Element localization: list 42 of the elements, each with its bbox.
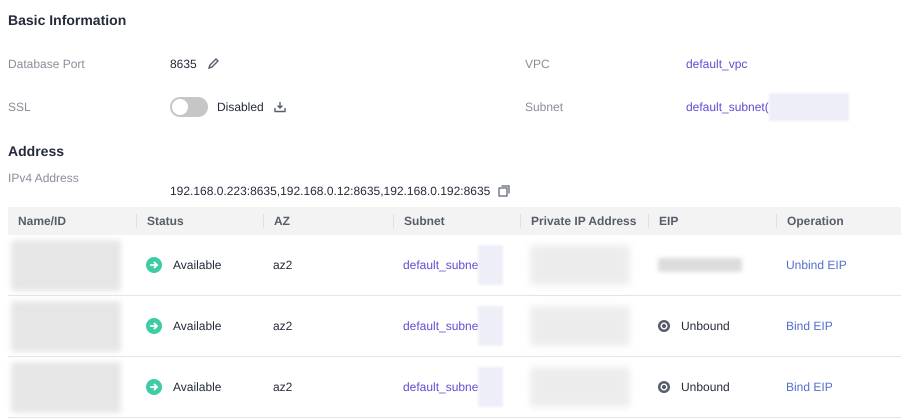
arrow-status-icon (146, 379, 162, 395)
column-header: Subnet (404, 214, 445, 228)
field-label: SSL (8, 100, 31, 114)
eip-link[interactable]: Unbind EIP (786, 258, 847, 272)
ssl-status: Disabled (217, 100, 264, 114)
status-text: Available (173, 319, 222, 333)
subnet-link[interactable]: default_subne (403, 380, 478, 394)
subnet-link[interactable]: default_subnet( (686, 100, 769, 114)
vpc-link[interactable]: default_vpc (686, 56, 748, 70)
column-header: Operation (787, 214, 844, 228)
copy-icon[interactable] (498, 185, 510, 197)
field-label: Database Port (8, 56, 85, 70)
column-header: AZ (274, 214, 290, 228)
download-icon[interactable] (274, 100, 286, 112)
eip-status: Unbound (681, 380, 730, 394)
section-title: Address (7, 142, 66, 161)
eip-link[interactable]: Bind EIP (786, 380, 833, 394)
field-label: Subnet (525, 100, 564, 114)
column-header: EIP (659, 214, 678, 228)
eip-status: Unbound (681, 319, 730, 333)
table-cell: az2 (273, 319, 292, 333)
arrow-status-icon (146, 257, 162, 273)
section-title: Basic Information (7, 11, 128, 30)
edit-icon[interactable] (206, 58, 219, 70)
ssl-toggle[interactable] (170, 96, 208, 116)
column-header: Status (147, 214, 184, 228)
table-cell: az2 (273, 258, 292, 272)
unbound-icon (658, 320, 670, 332)
column-header: Private IP Address (531, 214, 636, 228)
field-label: IPv4 Address (8, 171, 80, 185)
status-text: Available (173, 380, 222, 394)
field-label: VPC (525, 56, 550, 70)
subnet-link[interactable]: default_subne (403, 319, 478, 333)
subnet-link[interactable]: default_subne (403, 258, 478, 272)
arrow-status-icon (146, 318, 162, 334)
eip-link[interactable]: Bind EIP (786, 319, 833, 333)
field-value: 8635 (170, 56, 197, 70)
table-cell: az2 (273, 380, 292, 394)
column-header: Name/ID (18, 214, 66, 228)
unbound-icon (658, 381, 670, 393)
status-text: Available (173, 258, 222, 272)
field-value: 192.168.0.223:8635,192.168.0.12:8635,192.168.0.192:8635 (170, 184, 490, 198)
